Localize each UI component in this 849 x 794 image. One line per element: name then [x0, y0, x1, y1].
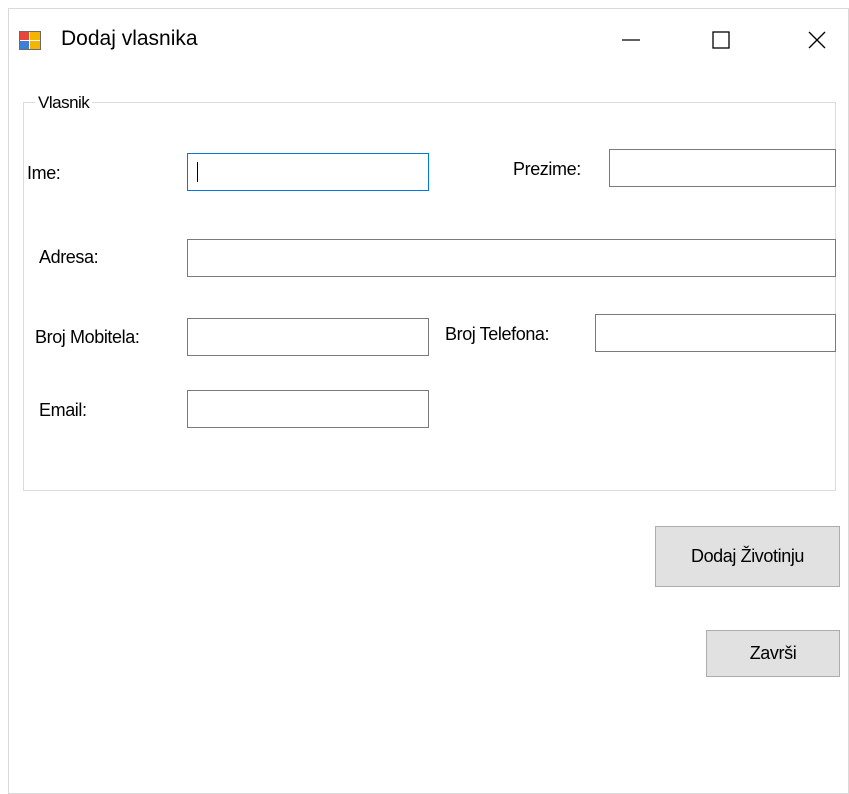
title-bar[interactable]: Dodaj vlasnika — [9, 9, 848, 71]
maximize-icon — [712, 31, 730, 49]
adresa-input[interactable] — [187, 239, 836, 277]
close-button[interactable] — [787, 9, 847, 71]
prezime-input[interactable] — [609, 149, 836, 187]
minimize-button[interactable] — [601, 9, 661, 71]
broj-telefona-input[interactable] — [595, 314, 836, 352]
window-title: Dodaj vlasnika — [61, 27, 198, 50]
adresa-label: Adresa: — [39, 247, 99, 267]
minimize-icon — [622, 39, 640, 41]
groupbox-title: Vlasnik — [35, 93, 93, 113]
close-icon — [808, 31, 826, 49]
email-input[interactable] — [187, 390, 429, 428]
prezime-label: Prezime: — [513, 159, 581, 179]
ime-label: Ime: — [27, 163, 61, 183]
broj-mobitela-label: Broj Mobitela: — [35, 327, 140, 347]
dodaj-zivotinju-button[interactable]: Dodaj Životinju — [655, 526, 840, 587]
maximize-button[interactable] — [691, 9, 751, 71]
windows-form-icon — [19, 29, 41, 51]
email-label: Email: — [39, 400, 87, 420]
ime-input[interactable] — [187, 153, 429, 191]
broj-telefona-label: Broj Telefona: — [445, 324, 550, 344]
dodaj-vlasnika-window: Dodaj vlasnika Vlasnik Ime: Prezime: Adr… — [8, 8, 849, 794]
broj-mobitela-input[interactable] — [187, 318, 429, 356]
zavrsi-button[interactable]: Završi — [706, 630, 840, 677]
text-caret — [197, 162, 198, 182]
